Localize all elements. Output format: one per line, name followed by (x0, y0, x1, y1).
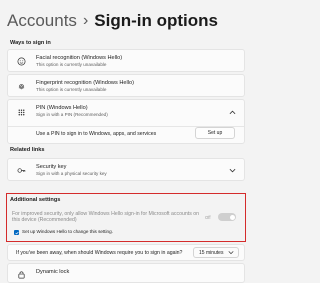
facial-recognition-subtitle: This option is currently unavailable (36, 62, 107, 67)
breadcrumb-separator: › (82, 12, 89, 29)
info-checkbox-icon (14, 230, 19, 235)
security-key-title: Security key (36, 164, 67, 170)
toggle-state-label: Off (205, 215, 211, 220)
pin-subtitle: Sign in with a PIN (Recommended) (36, 112, 108, 117)
chevron-down-icon[interactable] (227, 165, 237, 175)
dynamic-lock-title: Dynamic lock (36, 269, 70, 275)
chevron-up-icon[interactable] (227, 107, 237, 117)
setup-windows-hello-note[interactable]: Set up Windows Hello to change this sett… (22, 229, 113, 234)
section-ways-to-sign-in: Ways to sign in (10, 40, 51, 46)
face-icon (16, 56, 26, 66)
header: Accounts › Sign-in options (7, 10, 218, 32)
dynamic-lock-row[interactable]: Dynamic lock (7, 263, 245, 283)
pin-description: Use a PIN to sign in to Windows, apps, a… (36, 131, 157, 137)
security-key-subtitle: Sign in with a physical security key (36, 171, 107, 176)
toggle-knob (229, 214, 235, 220)
pin-title: PIN (Windows Hello) (36, 105, 88, 111)
pin-card: PIN (Windows Hello) Sign in with a PIN (… (7, 99, 245, 144)
fingerprint-title: Fingerprint recognition (Windows Hello) (36, 80, 134, 86)
breadcrumb-accounts[interactable]: Accounts (7, 11, 77, 31)
fingerprint-icon (16, 81, 26, 91)
key-icon (16, 165, 26, 175)
facial-recognition-title: Facial recognition (Windows Hello) (36, 55, 123, 61)
security-key-row[interactable]: Security key Sign in with a physical sec… (7, 158, 245, 181)
section-related-links: Related links (10, 147, 45, 153)
away-question: If you've been away, when should Windows… (16, 250, 183, 256)
dynamic-lock-icon (16, 269, 26, 279)
pin-setup-button[interactable]: Set up (195, 127, 235, 139)
away-timeout-dropdown[interactable]: 15 minutes (193, 247, 239, 258)
additional-settings-title: Additional settings (10, 197, 61, 203)
facial-recognition-row[interactable]: Facial recognition (Windows Hello) This … (7, 49, 245, 72)
fingerprint-row[interactable]: Fingerprint recognition (Windows Hello) … (7, 74, 245, 97)
chevron-down-icon (228, 250, 234, 257)
away-timeout-value: 15 minutes (199, 249, 224, 256)
windows-hello-only-toggle[interactable] (218, 213, 236, 221)
additional-settings-description: For improved security, only allow Window… (12, 211, 200, 224)
fingerprint-subtitle: This option is currently unavailable (36, 87, 107, 92)
pin-keypad-icon (16, 107, 26, 117)
page-title: Sign-in options (94, 11, 218, 30)
